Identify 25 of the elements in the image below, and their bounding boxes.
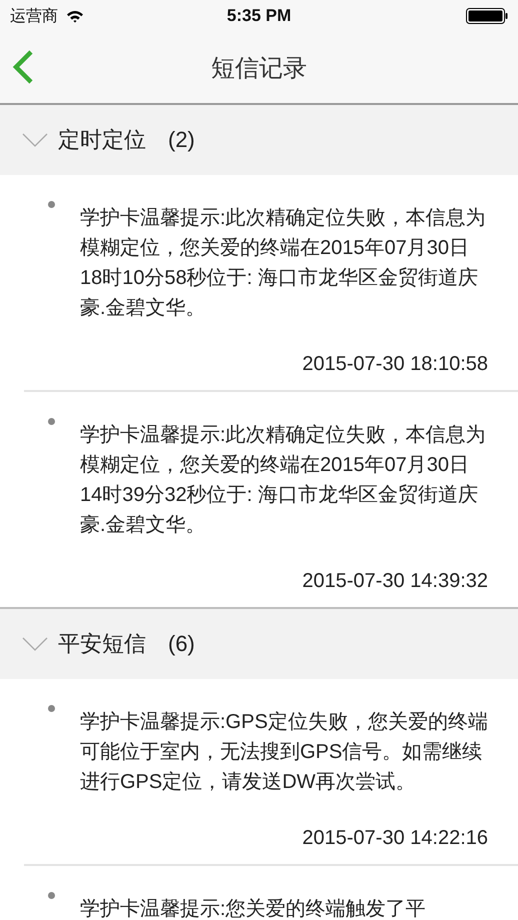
message-text: 学护卡温馨提示:您关爱的终端触发了平	[80, 897, 427, 920]
carrier-name: 运营商	[10, 6, 58, 26]
section-header[interactable]: 平安短信 (6)	[0, 607, 518, 679]
battery-icon	[466, 8, 508, 24]
message-time: 2015-07-30 14:39:32	[301, 570, 488, 593]
bullet-icon	[48, 201, 55, 208]
page-title: 短信记录	[211, 54, 307, 84]
bullet-icon	[48, 705, 55, 712]
bullet-icon	[48, 418, 55, 425]
message-text: 学护卡温馨提示:此次精确定位失败，本信息为模糊定位，您关爱的终端在2015年07月30日 14时39分32秒位于: 海口市龙华区金贸街道庆豪.金碧文华。	[80, 423, 487, 538]
section-title: 平安短信	[58, 630, 146, 658]
section-count: (2)	[168, 127, 195, 153]
message-time: 2015-07-30 14:22:16	[301, 827, 488, 850]
back-button[interactable]	[12, 50, 34, 84]
status-time: 5:35 PM	[226, 6, 292, 26]
message-time: 2015-07-30 18:10:58	[301, 353, 488, 376]
section-count: (6)	[168, 631, 195, 657]
bullet-icon	[48, 892, 55, 899]
wifi-icon	[66, 10, 84, 22]
section-title: 定时定位	[58, 126, 146, 154]
message-text: 学护卡温馨提示:GPS定位失败，您关爱的终端可能位于室内，无法搜到GPS信号。如需继续进行GPS定位，请发送DW再次尝试。	[80, 710, 488, 795]
message-text: 学护卡温馨提示:此次精确定位失败，本信息为模糊定位，您关爱的终端在2015年07月30日 18时10分58秒位于: 海口市龙华区金贸街道庆豪.金碧文华。	[80, 206, 487, 321]
chevron-icon	[22, 133, 48, 147]
chevron-icon	[22, 637, 48, 651]
section-header[interactable]: 定时定位 (2)	[0, 105, 518, 175]
